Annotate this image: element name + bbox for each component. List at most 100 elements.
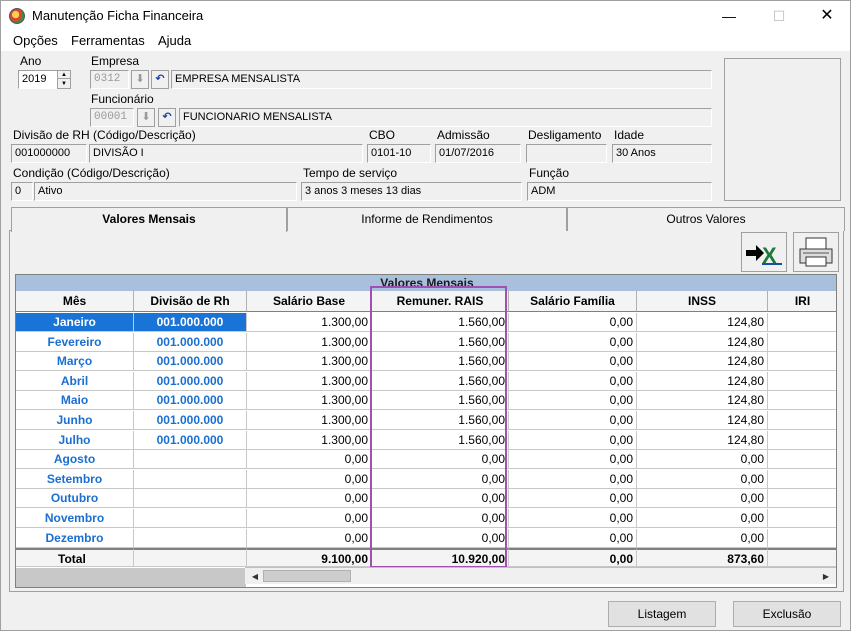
grid-cell[interactable]	[134, 509, 247, 528]
grid-cell[interactable]: 0,00	[247, 528, 372, 548]
grid-cell[interactable]: 1.300,00	[247, 411, 372, 430]
grid-cell[interactable]: Agosto	[16, 450, 134, 470]
grid-cell[interactable]: 1.300,00	[247, 430, 372, 450]
grid-cell[interactable]: 1.300,00	[247, 313, 372, 332]
exclusao-button[interactable]: Exclusão	[733, 601, 841, 627]
grid-cell[interactable]: 001.000.000	[134, 430, 247, 450]
grid-cell[interactable]: 0,00	[509, 391, 637, 411]
grid-cell[interactable]: 0,00	[247, 509, 372, 528]
grid-cell[interactable]	[768, 431, 836, 450]
grid-cell[interactable]: Março	[16, 352, 134, 372]
menu-opcoes[interactable]: Opções	[13, 33, 58, 48]
grid-cell[interactable]: 001.000.000	[134, 332, 247, 352]
grid-cell[interactable]: 124,80	[637, 391, 768, 411]
funcionario-code-field[interactable]: 00001	[90, 108, 134, 127]
grid-cell[interactable]: 0,00	[509, 332, 637, 352]
grid-cell[interactable]: 0,00	[637, 509, 768, 528]
grid-cell[interactable]: 0,00	[509, 411, 637, 430]
grid-cell[interactable]: 1.560,00	[372, 430, 509, 450]
grid-cell[interactable]	[134, 528, 247, 548]
grid-cell[interactable]: 0,00	[372, 469, 509, 489]
grid-cell[interactable]: 001.000.000	[134, 371, 247, 391]
download-icon[interactable]: ⬇	[137, 108, 155, 127]
grid-cell[interactable]: 0,00	[372, 450, 509, 470]
grid-cell[interactable]: 1.560,00	[372, 391, 509, 411]
listagem-button[interactable]: Listagem	[608, 601, 716, 627]
grid-cell[interactable]: 0,00	[509, 528, 637, 548]
grid-cell[interactable]: Fevereiro	[16, 332, 134, 352]
grid-cell[interactable]: 0,00	[509, 469, 637, 489]
grid-cell[interactable]: 1.560,00	[372, 411, 509, 430]
grid-cell[interactable]: 1.300,00	[247, 391, 372, 411]
menu-ferramentas[interactable]: Ferramentas	[71, 33, 145, 48]
grid-cell[interactable]: 001.000.000	[134, 313, 247, 332]
grid-cell[interactable]: 0,00	[247, 489, 372, 509]
grid-cell[interactable]	[768, 391, 836, 411]
column-header[interactable]: Mês	[16, 291, 134, 312]
grid-cell[interactable]: Julho	[16, 430, 134, 450]
undo-icon[interactable]: ↶	[158, 108, 176, 127]
minimize-button[interactable]: —	[706, 1, 752, 31]
grid-cell[interactable]: 124,80	[637, 313, 768, 332]
export-excel-button[interactable]: X	[741, 232, 787, 272]
column-header[interactable]: Remuner. RAIS	[372, 291, 509, 312]
grid-cell[interactable]	[134, 489, 247, 509]
grid-cell[interactable]: Novembro	[16, 509, 134, 528]
grid-cell[interactable]: 0,00	[509, 509, 637, 528]
total-cell[interactable]: 873,60	[637, 548, 768, 568]
grid-cell[interactable]	[768, 470, 836, 489]
total-cell[interactable]: Total	[16, 548, 134, 568]
grid-cell[interactable]: 124,80	[637, 332, 768, 352]
grid-cell[interactable]: 1.560,00	[372, 352, 509, 372]
grid-cell[interactable]: 001.000.000	[134, 391, 247, 411]
ano-input[interactable]: 2019	[18, 70, 58, 89]
grid-cell[interactable]: 0,00	[637, 489, 768, 509]
grid-cell[interactable]: 1.560,00	[372, 332, 509, 352]
spin-up-icon[interactable]: ▲	[58, 71, 70, 79]
grid-cell[interactable]: 0,00	[637, 450, 768, 470]
total-cell[interactable]: 9.100,00	[247, 548, 372, 568]
grid-cell[interactable]: 124,80	[637, 411, 768, 430]
grid-cell[interactable]	[768, 352, 836, 372]
total-cell[interactable]	[768, 548, 836, 568]
tab-informe-rendimentos[interactable]: Informe de Rendimentos	[287, 207, 567, 231]
undo-icon[interactable]: ↶	[151, 70, 169, 89]
empresa-code-field[interactable]: 0312	[90, 70, 129, 89]
grid-cell[interactable]	[768, 333, 836, 352]
grid-cell[interactable]	[768, 509, 836, 528]
grid-cell[interactable]	[768, 450, 836, 470]
grid-cell[interactable]: 001.000.000	[134, 411, 247, 430]
ano-spinner[interactable]: ▲ ▼	[57, 70, 71, 89]
grid-cell[interactable]: 0,00	[637, 469, 768, 489]
menu-ajuda[interactable]: Ajuda	[158, 33, 191, 48]
tab-valores-mensais[interactable]: Valores Mensais	[11, 207, 287, 232]
grid-cell[interactable]: 0,00	[247, 469, 372, 489]
scroll-thumb[interactable]	[263, 570, 351, 582]
print-button[interactable]	[793, 232, 839, 272]
tab-outros-valores[interactable]: Outros Valores	[567, 207, 845, 231]
grid-cell[interactable]	[768, 529, 836, 548]
grid-cell[interactable]: 124,80	[637, 430, 768, 450]
grid-cell[interactable]: Outubro	[16, 489, 134, 509]
grid-cell[interactable]: Janeiro	[16, 313, 134, 332]
grid-cell[interactable]: 1.300,00	[247, 332, 372, 352]
grid-cell[interactable]: 0,00	[509, 489, 637, 509]
grid-cell[interactable]: 0,00	[247, 450, 372, 470]
close-button[interactable]: ✕	[804, 1, 850, 31]
grid-cell[interactable]: 0,00	[509, 313, 637, 332]
column-header[interactable]: Salário Base	[247, 291, 372, 312]
grid-cell[interactable]: Dezembro	[16, 528, 134, 548]
spin-down-icon[interactable]: ▼	[58, 80, 70, 88]
scroll-left-icon[interactable]: ◀	[247, 569, 263, 584]
column-header[interactable]: Salário Família	[509, 291, 637, 312]
grid-cell[interactable]: 001.000.000	[134, 352, 247, 372]
grid-cell[interactable]: 0,00	[372, 509, 509, 528]
grid-cell[interactable]	[768, 489, 836, 509]
maximize-button[interactable]: ☐	[756, 1, 802, 31]
grid-cell[interactable]: 0,00	[509, 352, 637, 372]
column-header[interactable]: Divisão de Rh	[134, 291, 247, 312]
total-cell[interactable]: 10.920,00	[372, 548, 509, 568]
grid-cell[interactable]: Maio	[16, 391, 134, 411]
grid-cell[interactable]	[134, 450, 247, 470]
grid-cell[interactable]: 1.560,00	[372, 313, 509, 332]
